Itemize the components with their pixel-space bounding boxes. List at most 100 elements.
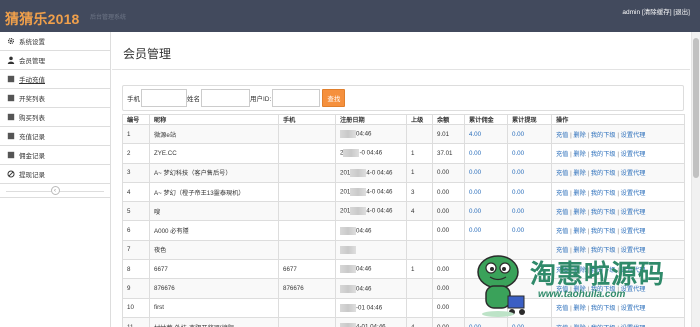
- recharge-link[interactable]: 充值: [556, 190, 568, 197]
- delete-link[interactable]: 删除: [573, 228, 585, 235]
- cell-balance-text: 0.00: [437, 285, 450, 293]
- cell-balance-text: 0.00: [437, 207, 450, 215]
- table-row: 1 微源e站 04:46 9.01 4.00 0.00 充值 | 删除 | 我的下级 | 设…: [122, 123, 685, 145]
- recharge-link[interactable]: 充值: [556, 151, 568, 158]
- cell-withdraw: 0.00: [507, 220, 552, 241]
- cell-withdraw: 0.00: [507, 162, 552, 183]
- date-prefix: 201: [340, 188, 351, 196]
- date-suffix: 04:46: [356, 285, 372, 293]
- delete-link[interactable]: 删除: [573, 170, 585, 177]
- col-header-balance: 余额: [432, 114, 465, 125]
- cell-id: 10: [122, 297, 150, 318]
- subordinates-link[interactable]: 我的下级: [591, 151, 616, 158]
- scrollbar-thumb[interactable]: [693, 38, 699, 178]
- set-agent-link[interactable]: 设置代理: [621, 190, 646, 197]
- col-header-parent: 上级: [406, 114, 433, 125]
- cell-parent: 3: [406, 181, 433, 203]
- cell-actions: 充值 | 删除 | 我的下级 | 设置代理: [551, 220, 685, 241]
- subordinates-link[interactable]: 我的下级: [591, 209, 616, 216]
- table-row: 5 嗖 201 4-0 04:46 4 0.00 0.00 0.00 充值 | 删除 | 我的下…: [122, 201, 685, 222]
- cell-actions: 充值 | 删除 | 我的下级 | 设置代理: [551, 123, 685, 145]
- sidebar-item-withdraw-records[interactable]: 提现记录: [0, 165, 110, 184]
- sidebar-item-system-settings[interactable]: 系统设置: [0, 32, 110, 51]
- cell-reg-date: -01 04:46: [335, 297, 407, 318]
- search-button[interactable]: 查找: [322, 89, 346, 107]
- delete-link[interactable]: 删除: [573, 209, 585, 216]
- sidebar: 系统设置 会员管理 手动充值 开奖列表 购买列表 充值记录 佣金记录 提现记录 …: [0, 32, 111, 327]
- sidebar-item-label: 购买列表: [19, 115, 45, 122]
- set-agent-link[interactable]: 设置代理: [621, 132, 646, 139]
- cell-withdraw-text: 0.00: [512, 324, 524, 327]
- recharge-link[interactable]: 充值: [556, 209, 568, 216]
- cell-nickname-text: first: [154, 304, 164, 312]
- cell-reg-date: 201 4-0 04:46: [335, 162, 407, 183]
- name-label: 姓名: [187, 96, 200, 103]
- date-suffix: 4-0 04:46: [366, 169, 393, 177]
- cell-parent-text: 4: [411, 324, 414, 327]
- cell-id: 1: [122, 123, 150, 145]
- cell-id-text: 4: [127, 188, 131, 196]
- sidebar-item-manual-recharge[interactable]: 手动充值: [0, 70, 110, 89]
- masked-date: [340, 226, 356, 235]
- cell-nickname-text: 夜色: [154, 247, 167, 255]
- cell-id-text: 3: [127, 169, 131, 177]
- top-bar: 猜猜乐2018 后台管理系统 admin [清除缓存] [退出]: [0, 0, 700, 32]
- cell-withdraw-text: 0.00: [512, 149, 525, 157]
- cell-commission-text: 0.00: [469, 169, 482, 177]
- cell-id-text: 2: [127, 149, 131, 157]
- recharge-link[interactable]: 充值: [556, 132, 568, 139]
- title-divider: [112, 69, 690, 70]
- set-agent-link[interactable]: 设置代理: [621, 209, 646, 216]
- delete-link[interactable]: 删除: [573, 151, 585, 158]
- cell-phone: [278, 297, 336, 318]
- delete-link[interactable]: 删除: [573, 132, 585, 139]
- cell-balance: 0.00: [432, 181, 465, 203]
- subordinates-link[interactable]: 我的下级: [591, 170, 616, 177]
- recharge-link[interactable]: 充值: [556, 228, 568, 235]
- sidebar-item-draw-list[interactable]: 开奖列表: [0, 89, 110, 108]
- table-row: 6 A000 必有隱 04:46 0.00 0.00 0.00 充值 | 删除 | 我的下级…: [122, 220, 685, 241]
- subordinates-link[interactable]: 我的下级: [591, 228, 616, 235]
- set-agent-link[interactable]: 设置代理: [621, 228, 646, 235]
- cell-reg-date: 04:46: [335, 278, 407, 299]
- cell-nickname-text: ZYE.CC: [154, 149, 177, 157]
- sidebar-item-label: 提现记录: [19, 172, 45, 179]
- page-scrollbar[interactable]: [691, 32, 700, 327]
- cell-balance-text: 0.00: [437, 304, 450, 312]
- phone-input[interactable]: [141, 89, 187, 107]
- subordinates-link[interactable]: 我的下级: [591, 190, 616, 197]
- clear-cache-link[interactable]: [清除缓存]: [642, 9, 672, 16]
- name-input[interactable]: [201, 89, 250, 107]
- col-header-reg-date: 注册日期: [335, 114, 407, 125]
- user-id-input[interactable]: [272, 89, 321, 107]
- sidebar-item-label: 开奖列表: [19, 96, 45, 103]
- set-agent-link[interactable]: 设置代理: [621, 151, 646, 158]
- sidebar-item-commission-records[interactable]: 佣金记录: [0, 146, 110, 165]
- cell-nickname: 微源e站: [149, 123, 279, 145]
- chevron-left-icon[interactable]: ‹: [50, 186, 60, 195]
- watermark-title: 淘惠啦源码: [530, 260, 666, 290]
- cell-balance: 0.00: [432, 220, 465, 241]
- cell-parent: 1: [406, 143, 433, 164]
- date-suffix: -0 04:46: [359, 150, 383, 158]
- delete-link[interactable]: 删除: [573, 190, 585, 197]
- sidebar-item-recharge-records[interactable]: 充值记录: [0, 127, 110, 146]
- cell-commission-text: 0.00: [469, 149, 482, 157]
- set-agent-link[interactable]: 设置代理: [621, 170, 646, 177]
- cell-id: 4: [122, 181, 150, 203]
- cell-parent-text: 1: [411, 149, 415, 157]
- cell-nickname: first: [149, 297, 279, 318]
- recharge-link[interactable]: 充值: [556, 170, 568, 177]
- col-header-commission: 累计佣金: [464, 114, 508, 125]
- sidebar-item-members[interactable]: 会员管理: [0, 51, 110, 70]
- cell-nickname: A~ 梦幻（橙子帝王13靈泰現机）: [149, 181, 279, 203]
- date-prefix: 201: [340, 207, 351, 215]
- cell-balance: 0.00: [432, 278, 465, 299]
- subordinates-link[interactable]: 我的下级: [591, 132, 616, 139]
- cell-phone-text: 876676: [283, 285, 304, 293]
- cell-commission: 4.00: [464, 123, 508, 145]
- sidebar-item-purchase-list[interactable]: 购买列表: [0, 108, 110, 127]
- cell-commission-text: 4.00: [469, 130, 482, 138]
- cell-withdraw-text: 0.00: [512, 130, 525, 138]
- logout-link[interactable]: [退出]: [673, 9, 690, 16]
